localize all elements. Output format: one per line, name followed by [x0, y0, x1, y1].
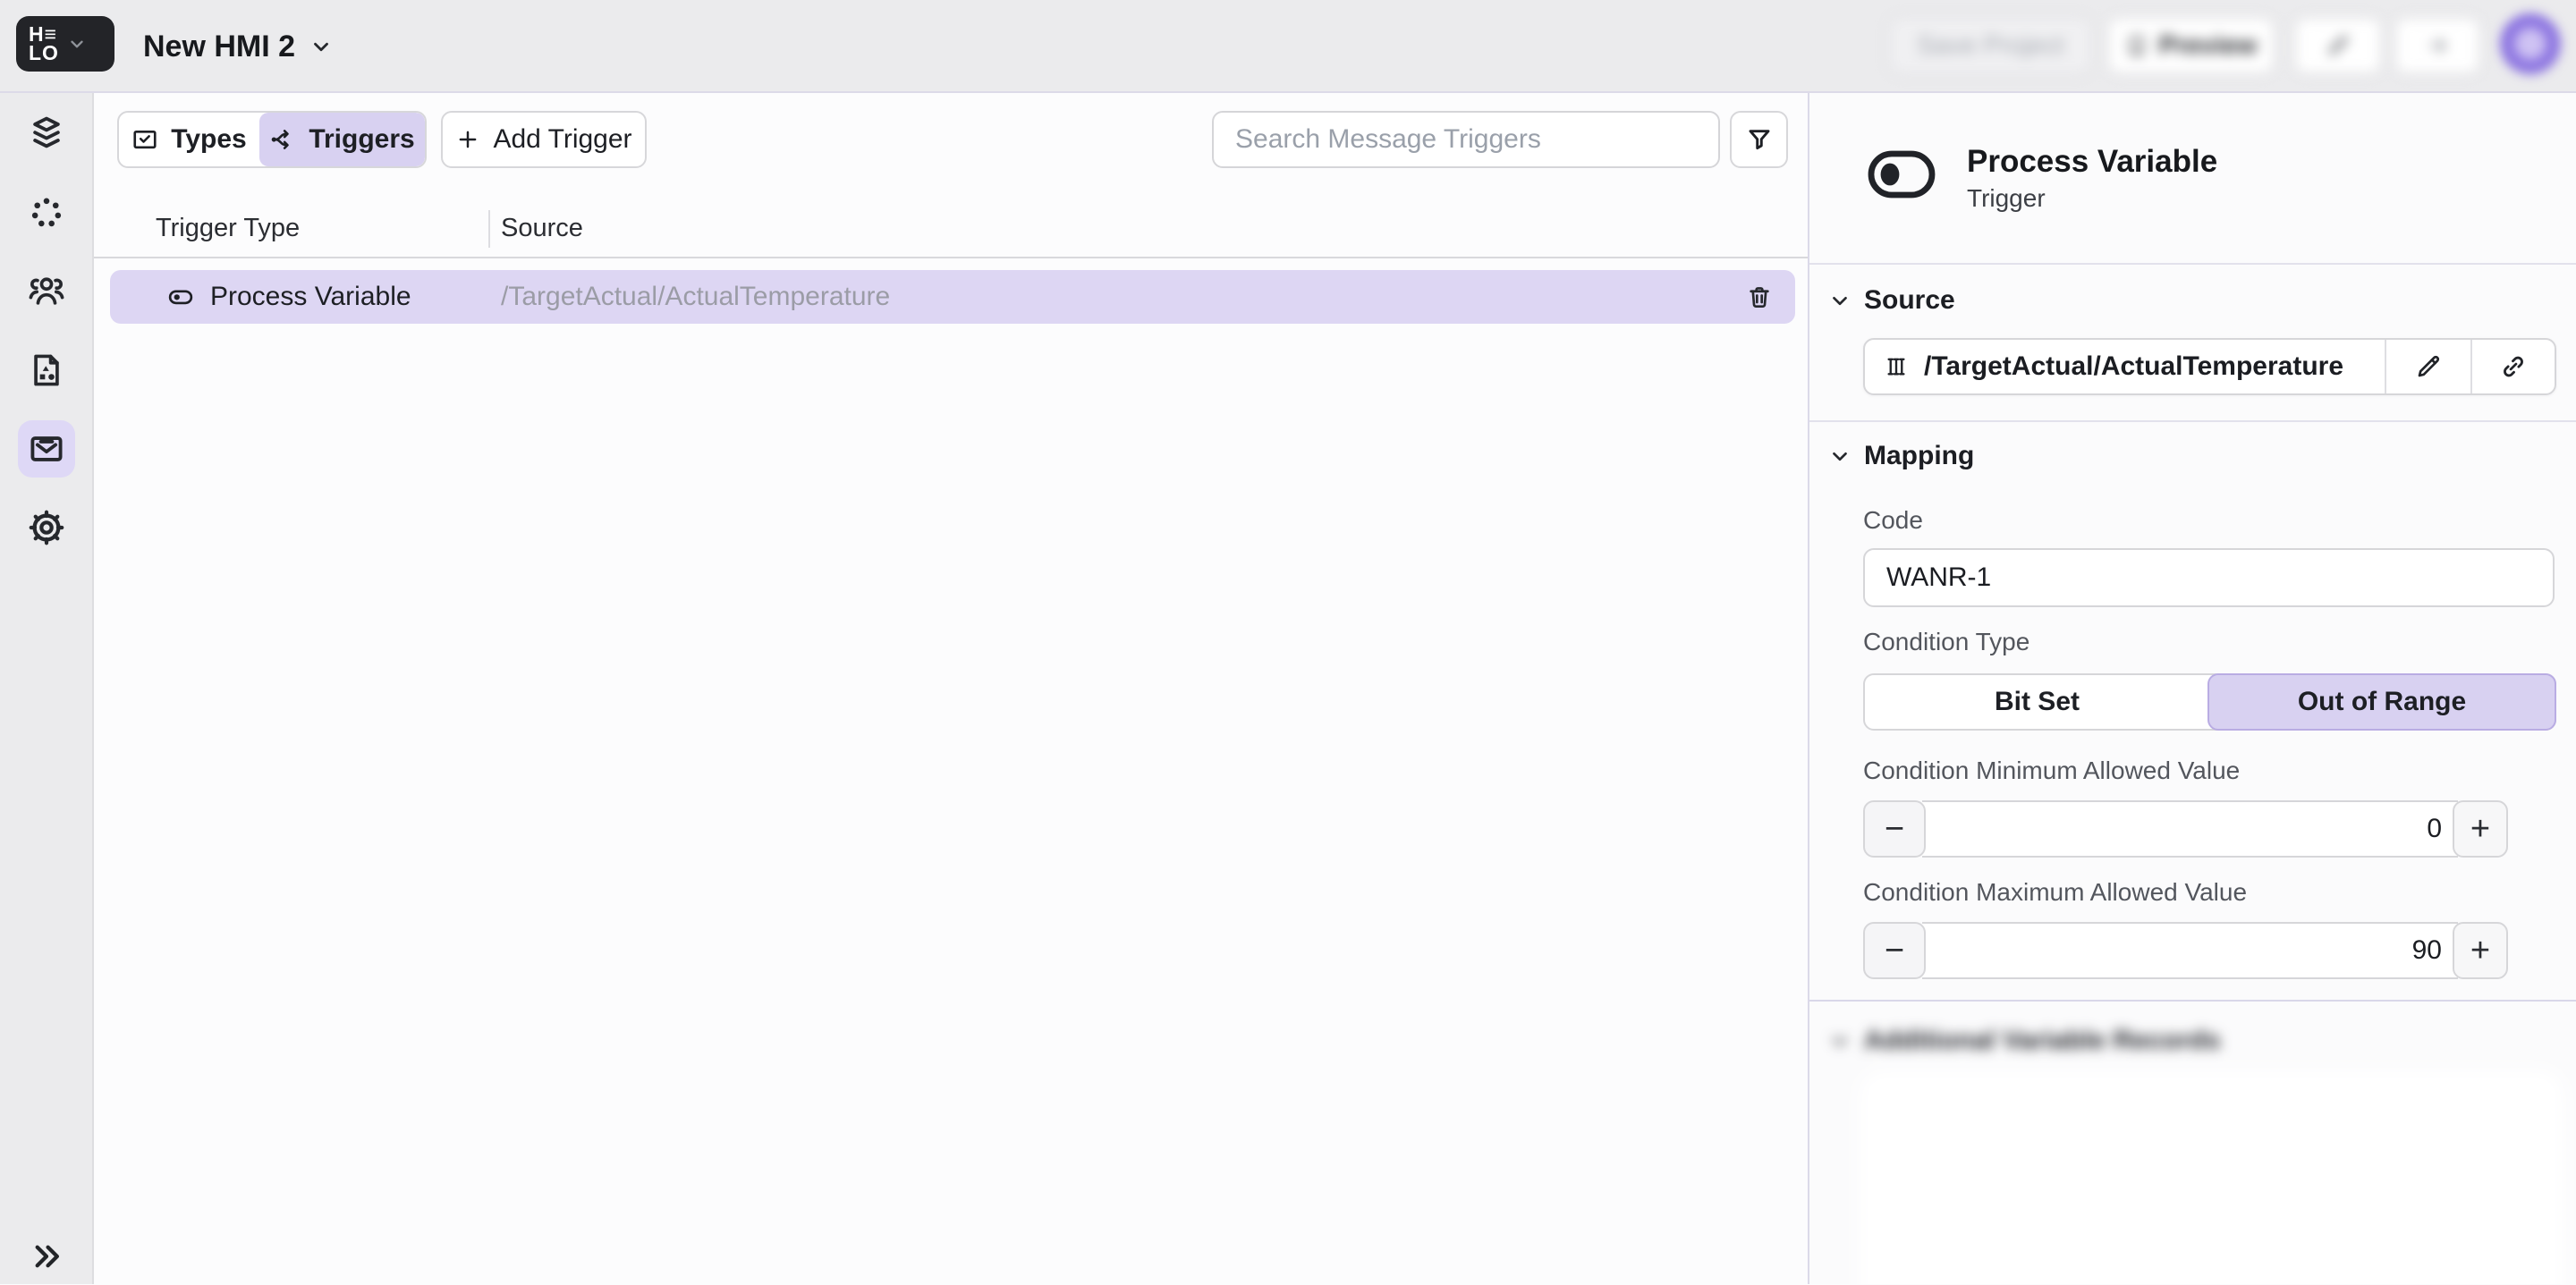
link-icon: [2499, 352, 2528, 381]
tab-triggers[interactable]: Triggers: [259, 113, 425, 166]
condition-type-label: Condition Type: [1863, 628, 2029, 656]
section-divider: [1809, 263, 2576, 265]
sidebar-item-widgets[interactable]: [18, 184, 75, 241]
section-divider: [1809, 420, 2576, 422]
table-header-underline: [94, 257, 1808, 258]
save-project-button[interactable]: Save Project: [1889, 17, 2092, 74]
additional-records-heading: Additional Variable Records: [1864, 1026, 2220, 1056]
funnel-icon: [1745, 125, 1774, 154]
chevron-down-icon: [1828, 289, 1852, 312]
preview-label: Preview: [2159, 31, 2258, 61]
section-divider: [1809, 1000, 2576, 1002]
mail-check-icon: [131, 126, 158, 153]
panel-title: Process Variable: [1967, 144, 2217, 180]
helio-hmi-editor: H≡ LO New HMI 2 Save Project Preview: [0, 0, 2576, 1284]
mapping-section-header[interactable]: Mapping: [1828, 435, 1974, 477]
topbar-actions-blurred: Save Project Preview: [0, 0, 2576, 91]
chevron-down-icon: [1828, 1029, 1852, 1053]
condition-option-bit-set[interactable]: Bit Set: [1865, 675, 2209, 729]
trigger-detail-panel: Process Variable Trigger Source /TargetA…: [1808, 93, 2576, 1284]
source-variable-value: /TargetActual/ActualTemperature: [1924, 351, 2343, 382]
source-section-heading: Source: [1864, 285, 1955, 316]
edit-tool-button[interactable]: [2294, 17, 2382, 74]
tab-types-label: Types: [171, 124, 246, 155]
body-row: Types Triggers Add Trigger: [0, 93, 2576, 1284]
column-header-source: Source: [501, 207, 583, 249]
trash-icon: [1745, 283, 1774, 311]
forward-tool-button[interactable]: [2394, 17, 2480, 74]
sidebar-item-assets[interactable]: [18, 342, 75, 399]
source-input-group: /TargetActual/ActualTemperature: [1863, 338, 2556, 395]
mapping-section-heading: Mapping: [1864, 441, 1974, 471]
additional-records-section-header[interactable]: Additional Variable Records: [1828, 1019, 2220, 1062]
plus-icon: [455, 127, 480, 152]
code-label: Code: [1863, 506, 1923, 535]
chevron-down-icon: [1828, 444, 1852, 468]
dots-grid-icon: [27, 193, 66, 232]
add-trigger-label: Add Trigger: [493, 124, 631, 155]
topbar: H≡ LO New HMI 2 Save Project Preview: [0, 0, 2576, 93]
max-value-input[interactable]: [1922, 922, 2458, 979]
sidebar-expand-button[interactable]: [18, 1228, 75, 1285]
column-divider: [488, 210, 490, 248]
triggers-main: Types Triggers Add Trigger: [94, 93, 1808, 1284]
variable-columns-icon: [1883, 353, 1910, 380]
condition-min-label: Condition Minimum Allowed Value: [1863, 757, 2240, 785]
layers-icon: [27, 114, 66, 154]
min-increment-button[interactable]: +: [2453, 800, 2508, 858]
tablet-icon: [2125, 34, 2148, 57]
source-section-header[interactable]: Source: [1828, 280, 1955, 321]
sidebar: [0, 93, 94, 1284]
double-chevron-right-icon: [30, 1239, 64, 1273]
search-input[interactable]: [1212, 111, 1720, 168]
save-project-label: Save Project: [1917, 31, 2063, 61]
link-source-button[interactable]: [2470, 340, 2555, 393]
process-variable-icon: [1868, 150, 1936, 199]
max-decrement-button[interactable]: −: [1863, 922, 1926, 979]
panel-subtitle: Trigger: [1967, 184, 2046, 213]
min-decrement-button[interactable]: −: [1863, 800, 1926, 858]
trigger-table-row[interactable]: Process Variable /TargetActual/ActualTem…: [110, 270, 1795, 324]
arrow-right-icon: [2425, 33, 2450, 58]
edit-source-button[interactable]: [2385, 340, 2470, 393]
document-media-icon: [27, 351, 66, 390]
delete-trigger-button[interactable]: [1715, 283, 1795, 311]
sidebar-item-users[interactable]: [18, 263, 75, 320]
blurred-records-card: [1866, 1077, 2557, 1284]
source-variable-field[interactable]: /TargetActual/ActualTemperature: [1865, 340, 2385, 393]
pen-icon: [2326, 33, 2351, 58]
min-value-input[interactable]: [1922, 800, 2458, 858]
pencil-icon: [2414, 352, 2443, 381]
gear-icon: [27, 508, 66, 547]
trigger-source-cell: /TargetActual/ActualTemperature: [488, 282, 1715, 312]
add-trigger-button[interactable]: Add Trigger: [441, 111, 647, 168]
max-increment-button[interactable]: +: [2453, 922, 2508, 979]
toggle-pill-icon: [167, 283, 194, 310]
code-input[interactable]: [1863, 548, 2555, 607]
branch-split-icon: [269, 126, 296, 153]
trigger-type-cell: Process Variable: [110, 282, 488, 312]
sidebar-item-settings[interactable]: [18, 499, 75, 556]
tab-triggers-label: Triggers: [309, 124, 414, 155]
filter-button[interactable]: [1730, 111, 1788, 168]
column-header-trigger-type: Trigger Type: [156, 207, 300, 249]
message-tabs: Types Triggers: [117, 111, 427, 168]
condition-option-out-of-range[interactable]: Out of Range: [2207, 673, 2556, 731]
avatar[interactable]: [2500, 13, 2561, 74]
sidebar-item-layers[interactable]: [18, 106, 75, 163]
preview-button[interactable]: Preview: [2107, 17, 2275, 74]
mail-icon: [27, 429, 66, 469]
condition-max-label: Condition Maximum Allowed Value: [1863, 878, 2247, 907]
trigger-type-value: Process Variable: [210, 282, 411, 312]
users-icon: [27, 272, 66, 311]
condition-type-segmented-control: Bit Set Out of Range: [1863, 673, 2556, 731]
condition-min-stepper: − +: [1863, 800, 2508, 858]
sidebar-item-messages[interactable]: [18, 420, 75, 478]
condition-max-stepper: − +: [1863, 922, 2508, 979]
tab-types[interactable]: Types: [119, 113, 259, 166]
